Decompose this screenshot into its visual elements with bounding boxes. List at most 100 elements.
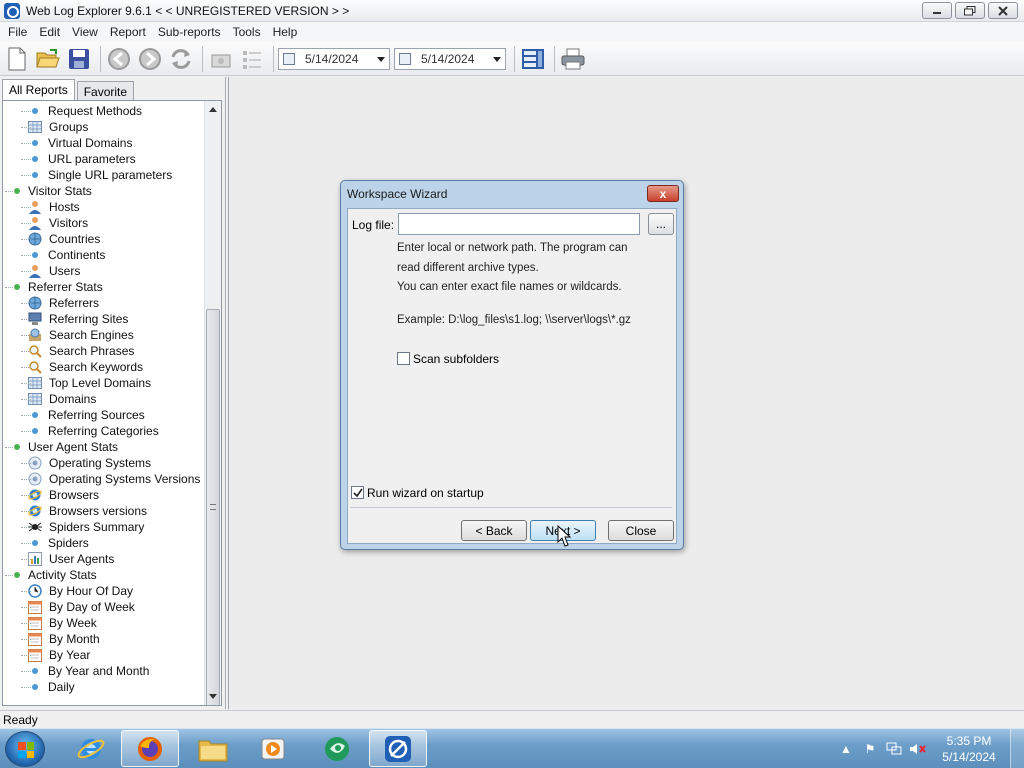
tree-item[interactable]: By Week — [3, 615, 203, 631]
show-desktop-button[interactable] — [1010, 729, 1024, 768]
bullet-icon — [32, 140, 38, 146]
tree-item[interactable]: Search Keywords — [3, 359, 203, 375]
close-window-button[interactable] — [988, 2, 1018, 19]
taskbar-firefox[interactable] — [121, 730, 179, 767]
tree-item[interactable]: Users — [3, 263, 203, 279]
tree-connector — [21, 687, 31, 688]
run-wizard-checkbox[interactable] — [351, 486, 364, 499]
tree-group[interactable]: User Agent Stats — [3, 439, 203, 455]
tree-item[interactable]: Browsers — [3, 487, 203, 503]
date-from-picker[interactable]: 5/14/2024 — [278, 47, 390, 70]
tree-item[interactable]: Referring Sources — [3, 407, 203, 423]
scan-subfolders-label: Scan subfolders — [413, 352, 500, 366]
tree-item[interactable]: Browsers versions — [3, 503, 203, 519]
tree-connector — [5, 575, 15, 576]
tree-item[interactable]: Spiders — [3, 535, 203, 551]
chevron-up-icon[interactable]: ▲ — [837, 741, 855, 757]
internet-explorer-icon — [77, 738, 105, 759]
tree-item[interactable]: Request Methods — [3, 103, 203, 119]
browse-button[interactable]: ... — [648, 213, 674, 235]
back-nav-button[interactable] — [105, 45, 133, 73]
tree-group[interactable]: Activity Stats — [3, 567, 203, 583]
tree-item[interactable]: Referring Categories — [3, 423, 203, 439]
date-to-checkbox[interactable] — [399, 52, 411, 65]
taskbar-web-log-explorer[interactable] — [369, 730, 427, 767]
menu-report[interactable]: Report — [104, 25, 152, 39]
tree-item[interactable]: Referring Sites — [3, 311, 203, 327]
tree-item[interactable]: Search Engines — [3, 327, 203, 343]
network-icon[interactable] — [885, 741, 903, 757]
scroll-up-icon[interactable] — [209, 107, 217, 112]
tree-item[interactable]: Virtual Domains — [3, 135, 203, 151]
tab-favorite[interactable]: Favorite — [76, 81, 135, 101]
tree-item[interactable]: Domains — [3, 391, 203, 407]
minimize-button[interactable] — [922, 2, 952, 19]
scrollbar-thumb[interactable] — [206, 309, 220, 705]
log-file-input[interactable] — [398, 213, 640, 235]
report-tree-list: Request Methods Groups Virtual Domains URL … — [3, 103, 203, 695]
date-from-checkbox[interactable] — [283, 52, 295, 65]
tree-item[interactable]: Spiders Summary — [3, 519, 203, 535]
tree-item[interactable]: By Month — [3, 631, 203, 647]
layout-button[interactable] — [519, 45, 547, 73]
taskbar-clock[interactable]: 5:35 PM 5/14/2024 — [936, 733, 1002, 765]
tree-group[interactable]: Visitor Stats — [3, 183, 203, 199]
tree-item[interactable]: By Year — [3, 647, 203, 663]
bullet-icon — [32, 412, 38, 418]
tree-item[interactable]: Hosts — [3, 199, 203, 215]
menu-view[interactable]: View — [66, 25, 104, 39]
list-view-button[interactable] — [238, 45, 266, 73]
print-button[interactable] — [559, 45, 587, 73]
tree-connector — [5, 191, 15, 192]
start-button[interactable] — [5, 731, 45, 767]
tree-item[interactable]: By Day of Week — [3, 599, 203, 615]
tab-all-reports[interactable]: All Reports — [2, 79, 75, 101]
taskbar-green-app[interactable] — [308, 730, 366, 767]
scan-subfolders-checkbox[interactable] — [397, 352, 410, 365]
tree-item[interactable]: Countries — [3, 231, 203, 247]
tree-scrollbar[interactable] — [204, 101, 221, 705]
volume-muted-icon[interactable] — [909, 741, 927, 757]
taskbar-file-explorer[interactable] — [184, 730, 242, 767]
report-icon — [211, 54, 231, 67]
tree-item[interactable]: Referrers — [3, 295, 203, 311]
scroll-down-icon[interactable] — [209, 694, 217, 699]
tree-item[interactable]: Continents — [3, 247, 203, 263]
report-button[interactable] — [207, 45, 235, 73]
taskbar-media-player[interactable] — [244, 730, 302, 767]
tree-item[interactable]: User Agents — [3, 551, 203, 567]
restore-button[interactable] — [955, 2, 985, 19]
tree-item[interactable]: URL parameters — [3, 151, 203, 167]
bullet-icon — [32, 252, 38, 258]
menu-help[interactable]: Help — [267, 25, 304, 39]
tree-item[interactable]: Daily — [3, 679, 203, 695]
menu-tools[interactable]: Tools — [227, 25, 267, 39]
tree-group[interactable]: Referrer Stats — [3, 279, 203, 295]
forward-nav-button[interactable] — [136, 45, 164, 73]
back-button[interactable]: < Back — [461, 520, 527, 541]
tree-item[interactable]: Single URL parameters — [3, 167, 203, 183]
tree-item[interactable]: Visitors — [3, 215, 203, 231]
chevron-down-icon[interactable] — [377, 56, 385, 62]
close-button[interactable]: Close — [608, 520, 674, 541]
tree-item-label: URL parameters — [48, 152, 136, 166]
date-to-picker[interactable]: 5/14/2024 — [394, 47, 506, 70]
tree-item[interactable]: Search Phrases — [3, 343, 203, 359]
tree-item[interactable]: Operating Systems — [3, 455, 203, 471]
menu-sub-reports[interactable]: Sub-reports — [152, 25, 227, 39]
tree-item[interactable]: By Hour Of Day — [3, 583, 203, 599]
dialog-close-button[interactable]: x — [647, 185, 679, 202]
tree-item[interactable]: Operating Systems Versions — [3, 471, 203, 487]
menu-file[interactable]: File — [2, 25, 33, 39]
chevron-down-icon[interactable] — [493, 56, 501, 62]
flag-icon[interactable]: ⚑ — [861, 741, 879, 757]
taskbar-internet-explorer[interactable] — [62, 730, 120, 767]
menu-edit[interactable]: Edit — [33, 25, 66, 39]
save-button[interactable] — [65, 45, 93, 73]
tree-item[interactable]: By Year and Month — [3, 663, 203, 679]
new-file-button[interactable] — [3, 45, 31, 73]
tree-item[interactable]: Groups — [3, 119, 203, 135]
tree-item[interactable]: Top Level Domains — [3, 375, 203, 391]
open-folder-button[interactable] — [34, 45, 62, 73]
refresh-button[interactable] — [167, 45, 195, 73]
